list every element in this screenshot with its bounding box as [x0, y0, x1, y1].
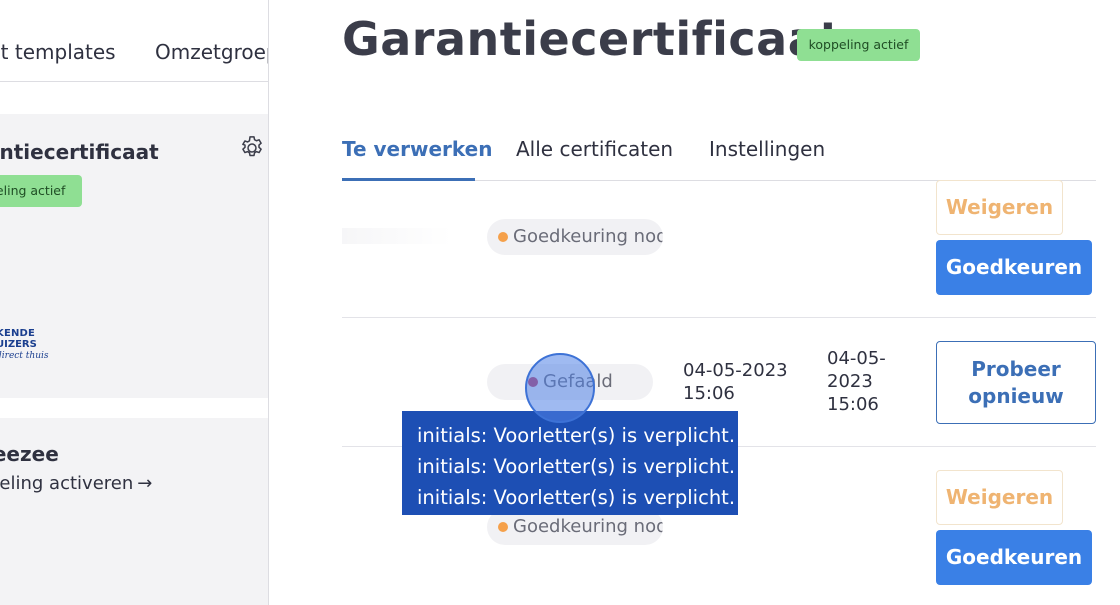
created-date: 04-05-2023 15:06 — [683, 360, 788, 404]
tab-templates[interactable]: nt templates — [0, 40, 116, 64]
tab-te-verwerken[interactable]: Te verwerken — [342, 137, 492, 161]
tooltip-line: initials: Voorletter(s) is verplicht. — [417, 424, 736, 447]
left-panel: nt templates Omzetgroep antiecertificaat… — [0, 0, 268, 605]
faded-cell — [342, 228, 452, 244]
tooltip-line: initials: Voorletter(s) is verplicht. — [417, 486, 736, 509]
integration-card-leezee[interactable]: leezee — [0, 418, 268, 605]
status-text: Goedkeuring nodi — [513, 516, 663, 537]
status-dot — [498, 232, 508, 242]
status-dot — [498, 522, 508, 532]
status-pill: Goedkeuring nodi — [487, 219, 663, 255]
tab-instellingen[interactable]: Instellingen — [709, 137, 825, 161]
tooltip-line: initials: Voorletter(s) is verplicht. — [417, 455, 736, 478]
approve-button[interactable]: Goedkeuren — [936, 240, 1092, 295]
refuse-button[interactable]: Weigeren — [936, 180, 1063, 235]
row-divider — [342, 317, 1096, 318]
page-title: Garantiecertificaat — [342, 12, 842, 66]
arrow-right-icon: → — [137, 473, 153, 494]
activate-link[interactable]: peling activeren → — [0, 473, 152, 494]
retry-button[interactable]: Probeer opnieuw — [936, 341, 1096, 424]
cursor-highlight — [525, 353, 595, 423]
brand-logo: KENDE UIZERS direct thuis — [0, 328, 49, 361]
tab-alle-certificaten[interactable]: Alle certificaten — [516, 137, 673, 161]
top-tabs: nt templates Omzetgroep — [0, 0, 268, 82]
refuse-button[interactable]: Weigeren — [936, 470, 1063, 525]
status-text: Goedkeuring nodi — [513, 226, 663, 247]
tab-omzetgroepen[interactable]: Omzetgroep — [155, 40, 268, 64]
card-title: leezee — [0, 442, 59, 466]
approve-button[interactable]: Goedkeuren — [936, 530, 1092, 585]
active-tab-indicator — [342, 178, 475, 181]
panel-divider — [268, 0, 269, 605]
updated-date: 04-05- 2023 15:06 — [827, 348, 886, 415]
card-title: antiecertificaat — [0, 140, 159, 164]
error-tooltip: initials: Voorletter(s) is verplicht. in… — [402, 411, 738, 515]
status-badge: koppeling actief — [797, 29, 920, 61]
gear-icon[interactable] — [238, 134, 266, 162]
activate-link-label: peling activeren — [0, 473, 134, 494]
status-badge: peling actief — [0, 175, 82, 207]
